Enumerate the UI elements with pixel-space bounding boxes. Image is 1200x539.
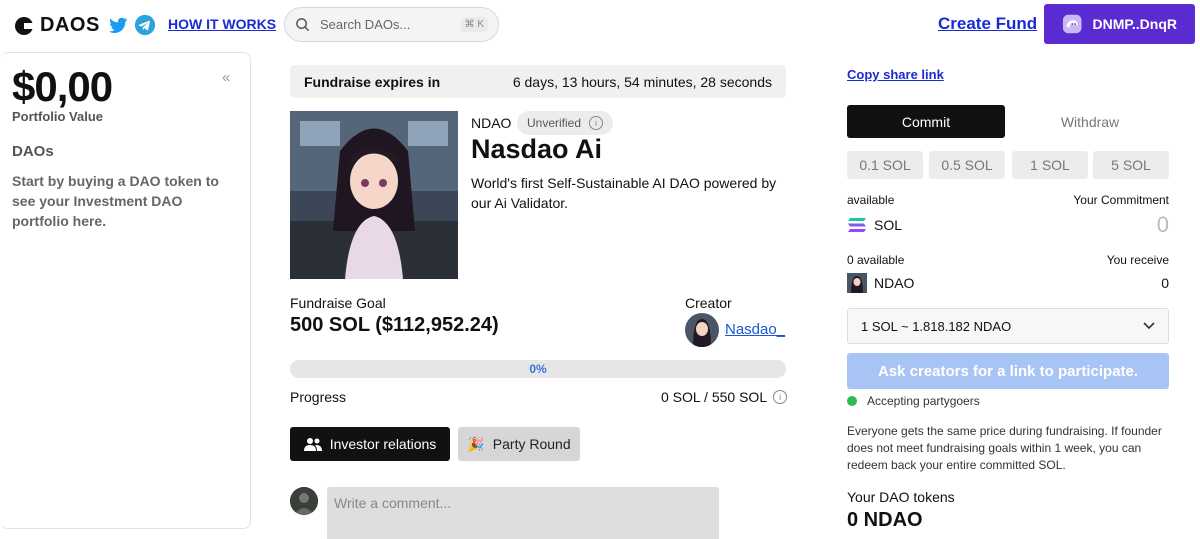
receive-value: 0 bbox=[1161, 275, 1169, 291]
amount-5-sol-button[interactable]: 5 SOL bbox=[1093, 151, 1169, 179]
your-commitment-label: Your Commitment bbox=[1073, 193, 1169, 207]
daos-empty-text: Start by buying a DAO token to see your … bbox=[12, 173, 219, 229]
dao-image bbox=[290, 111, 458, 279]
twitter-icon[interactable] bbox=[107, 14, 129, 36]
party-round-button[interactable]: 🎉 Party Round bbox=[458, 427, 580, 461]
ndao-token-icon bbox=[847, 273, 867, 293]
amount-1-sol-button[interactable]: 1 SOL bbox=[1012, 151, 1088, 179]
search-placeholder: Search DAOs... bbox=[320, 17, 411, 32]
goal-label: Fundraise Goal bbox=[290, 295, 386, 311]
search-shortcut: ⌘ K bbox=[460, 17, 488, 32]
fundraise-fine-print: Everyone gets the same price during fund… bbox=[847, 424, 1162, 472]
progress-label: Progress bbox=[290, 389, 347, 405]
solana-icon bbox=[848, 218, 866, 232]
fundraise-expiry-bar: Fundraise expires in 6 days, 13 hours, 5… bbox=[290, 65, 786, 98]
amount-0.1-sol-button[interactable]: 0.1 SOL bbox=[847, 151, 923, 179]
portfolio-value: $0,00 bbox=[12, 63, 113, 110]
progress-amount: 0 SOL / 550 SOL i bbox=[661, 389, 788, 405]
sol-label: SOL bbox=[874, 217, 903, 233]
progress-bar: 0% bbox=[290, 360, 786, 378]
progress-value: 0 SOL / 550 SOL bbox=[661, 389, 768, 405]
dao-name: Nasdao Ai bbox=[471, 134, 603, 164]
ask-creators-button[interactable]: Ask creators for a link to participate. bbox=[847, 353, 1169, 389]
search-icon bbox=[296, 18, 310, 32]
expires-countdown: 6 days, 13 hours, 54 minutes, 28 seconds bbox=[512, 73, 772, 90]
portfolio-label: Portfolio Value bbox=[12, 109, 104, 124]
wallet-button[interactable]: DNMP..DnqR bbox=[1044, 4, 1195, 44]
dao-tokens-value: 0 NDAO bbox=[847, 509, 923, 531]
expires-label: Fundraise expires in bbox=[304, 73, 441, 90]
wallet-address: DNMP..DnqR bbox=[1092, 16, 1177, 32]
available-label: available bbox=[847, 193, 895, 207]
verification-badge: Unverified i bbox=[517, 111, 614, 135]
comment-input[interactable]: Write a comment... bbox=[327, 487, 719, 539]
ndao-label: NDAO bbox=[874, 275, 915, 291]
party-popper-icon: 🎉 bbox=[467, 435, 485, 452]
how-it-works-link[interactable]: HOW IT WORKS bbox=[168, 16, 276, 32]
rate-dropdown[interactable]: 1 SOL ~ 1.818.182 NDAO bbox=[847, 308, 1169, 344]
daos-heading: DAOs bbox=[12, 143, 54, 160]
telegram-icon[interactable] bbox=[134, 14, 156, 36]
creator-avatar[interactable] bbox=[685, 313, 719, 347]
tab-commit[interactable]: Commit bbox=[847, 105, 1005, 138]
creator-name-link[interactable]: Nasdao_ bbox=[725, 321, 785, 338]
logo-text: DAOS bbox=[40, 14, 100, 36]
copy-share-link[interactable]: Copy share link bbox=[847, 67, 944, 82]
verification-label: Unverified bbox=[527, 116, 582, 130]
status-dot-icon bbox=[847, 396, 857, 406]
dao-tokens-label: Your DAO tokens bbox=[847, 489, 955, 505]
create-fund-link[interactable]: Create Fund bbox=[938, 14, 1037, 34]
progress-info-icon[interactable]: i bbox=[773, 390, 788, 404]
investor-relations-label: Investor relations bbox=[329, 436, 437, 452]
logo[interactable]: DAOS bbox=[14, 14, 100, 37]
dao-ticker: NDAO bbox=[471, 115, 512, 131]
commitment-value[interactable]: 0 bbox=[1157, 212, 1169, 238]
users-icon bbox=[303, 438, 322, 451]
accepting-status: Accepting partygoers bbox=[867, 394, 980, 408]
investor-relations-button[interactable]: Investor relations bbox=[290, 427, 450, 461]
search-input[interactable]: Search DAOs... ⌘ K bbox=[284, 7, 499, 42]
daos-logo-icon bbox=[15, 16, 34, 35]
rate-value: 1 SOL ~ 1.818.182 NDAO bbox=[861, 318, 1012, 334]
goal-value: 500 SOL ($112,952.24) bbox=[290, 314, 499, 336]
amount-0.5-sol-button[interactable]: 0.5 SOL bbox=[929, 151, 1005, 179]
user-avatar bbox=[290, 487, 318, 515]
collapse-sidebar-icon[interactable]: « bbox=[222, 69, 230, 86]
chevron-down-icon bbox=[1143, 322, 1155, 330]
info-icon[interactable]: i bbox=[589, 116, 604, 130]
creator-label: Creator bbox=[685, 295, 732, 311]
tab-withdraw[interactable]: Withdraw bbox=[1011, 105, 1169, 138]
portfolio-sidebar: $0,00 Portfolio Value « DAOs Start by bu… bbox=[0, 52, 251, 529]
you-receive-label: You receive bbox=[1106, 253, 1169, 267]
ndao-available-label: 0 available bbox=[847, 253, 905, 267]
dao-description: World's first Self-Sustainable AI DAO po… bbox=[471, 175, 777, 211]
progress-percent: 0% bbox=[529, 362, 547, 376]
phantom-wallet-icon bbox=[1062, 14, 1082, 34]
party-round-label: Party Round bbox=[492, 436, 571, 452]
